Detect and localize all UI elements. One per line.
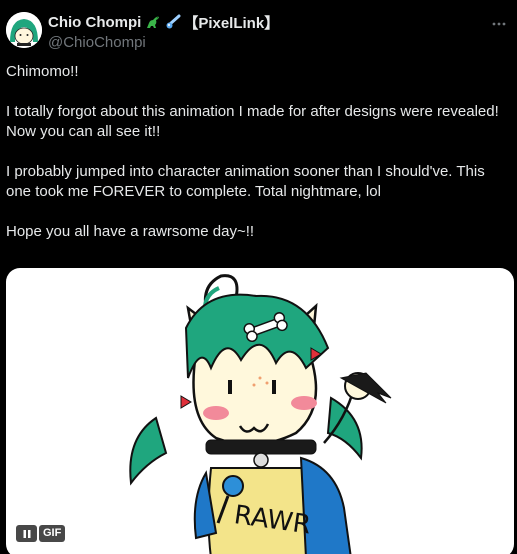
- author-tag: 【PixelLink】: [183, 14, 280, 32]
- tweet-paragraph: Hope you all have a rawrsome day~!!: [6, 223, 255, 240]
- tweet-paragraph: I probably jumped into character animati…: [6, 163, 485, 200]
- gif-controls: GIF: [16, 525, 66, 542]
- pause-icon[interactable]: [16, 525, 37, 542]
- more-options-icon[interactable]: [489, 14, 509, 34]
- gif-illustration: RAWR: [129, 274, 392, 554]
- tweet: Chio Chompi 【PixelLink】 @ChioChompi Chim…: [0, 0, 517, 554]
- author-names: Chio Chompi 【PixelLink】 @ChioChompi: [48, 13, 280, 52]
- gif-badge: GIF: [39, 525, 66, 542]
- dinosaur-icon: [145, 14, 161, 30]
- gif-media[interactable]: RAWR: [6, 268, 514, 554]
- tweet-text: Chimomo!! I totally forgot about this an…: [6, 62, 506, 262]
- comet-icon: [165, 14, 181, 30]
- display-name[interactable]: Chio Chompi: [48, 14, 141, 31]
- tweet-paragraph: Chimomo!!: [6, 63, 79, 80]
- tweet-paragraph: I totally forgot about this animation I …: [6, 103, 499, 140]
- author-handle[interactable]: @ChioChompi: [48, 34, 279, 51]
- tweet-header: Chio Chompi 【PixelLink】 @ChioChompi: [0, 0, 517, 60]
- avatar[interactable]: [6, 12, 42, 48]
